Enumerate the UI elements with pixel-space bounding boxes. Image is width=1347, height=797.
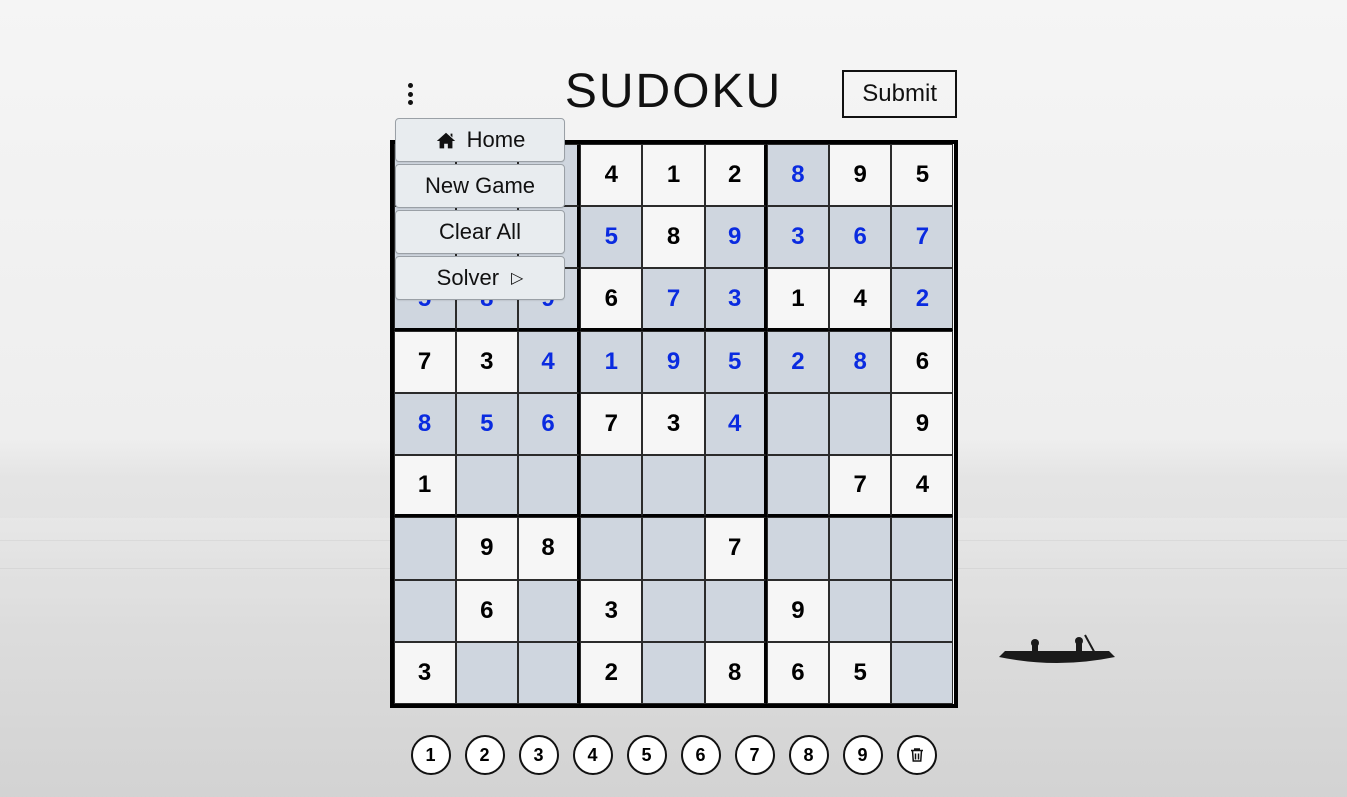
- cell-3-0[interactable]: 7: [394, 331, 456, 393]
- numpad-5[interactable]: 5: [627, 735, 667, 775]
- cell-5-3[interactable]: [580, 455, 642, 517]
- cell-0-4[interactable]: 1: [642, 144, 704, 206]
- cell-7-7[interactable]: [829, 580, 891, 642]
- cell-7-4[interactable]: [642, 580, 704, 642]
- cell-1-5[interactable]: 9: [705, 206, 767, 268]
- numpad-2[interactable]: 2: [465, 735, 505, 775]
- cell-6-1[interactable]: 9: [456, 517, 518, 579]
- cell-4-8[interactable]: 9: [891, 393, 953, 455]
- menu-new-game[interactable]: New Game: [395, 164, 565, 208]
- cell-1-4[interactable]: 8: [642, 206, 704, 268]
- numpad-1[interactable]: 1: [411, 735, 451, 775]
- cell-6-8[interactable]: [891, 517, 953, 579]
- cell-4-3[interactable]: 7: [580, 393, 642, 455]
- cell-7-1[interactable]: 6: [456, 580, 518, 642]
- cell-5-5[interactable]: [705, 455, 767, 517]
- cell-8-2[interactable]: [518, 642, 580, 704]
- cell-6-7[interactable]: [829, 517, 891, 579]
- cell-4-0[interactable]: 8: [394, 393, 456, 455]
- cell-8-1[interactable]: [456, 642, 518, 704]
- cell-5-8[interactable]: 4: [891, 455, 953, 517]
- cell-4-4[interactable]: 3: [642, 393, 704, 455]
- cell-0-8[interactable]: 5: [891, 144, 953, 206]
- cell-5-4[interactable]: [642, 455, 704, 517]
- cell-2-7[interactable]: 4: [829, 268, 891, 330]
- trash-icon: [908, 745, 926, 765]
- numpad-6[interactable]: 6: [681, 735, 721, 775]
- number-pad: 123456789: [411, 735, 937, 775]
- cell-6-2[interactable]: 8: [518, 517, 580, 579]
- numpad-7[interactable]: 7: [735, 735, 775, 775]
- menu-home[interactable]: Home: [395, 118, 565, 162]
- numpad-8[interactable]: 8: [789, 735, 829, 775]
- menu-new-game-label: New Game: [425, 173, 535, 199]
- cell-3-7[interactable]: 8: [829, 331, 891, 393]
- cell-0-7[interactable]: 9: [829, 144, 891, 206]
- cell-7-5[interactable]: [705, 580, 767, 642]
- cell-7-3[interactable]: 3: [580, 580, 642, 642]
- cell-3-3[interactable]: 1: [580, 331, 642, 393]
- submit-button[interactable]: Submit: [842, 70, 957, 118]
- cell-3-4[interactable]: 9: [642, 331, 704, 393]
- cell-3-6[interactable]: 2: [767, 331, 829, 393]
- cell-2-8[interactable]: 2: [891, 268, 953, 330]
- cell-2-6[interactable]: 1: [767, 268, 829, 330]
- menu-home-label: Home: [467, 127, 526, 153]
- cell-5-1[interactable]: [456, 455, 518, 517]
- dropdown-menu: Home New Game Clear All Solver ▷: [395, 118, 565, 302]
- cell-8-6[interactable]: 6: [767, 642, 829, 704]
- home-icon: [435, 130, 457, 150]
- cell-6-3[interactable]: [580, 517, 642, 579]
- cell-8-5[interactable]: 8: [705, 642, 767, 704]
- cell-5-6[interactable]: [767, 455, 829, 517]
- cell-3-2[interactable]: 4: [518, 331, 580, 393]
- cell-6-4[interactable]: [642, 517, 704, 579]
- cell-7-8[interactable]: [891, 580, 953, 642]
- cell-4-5[interactable]: 4: [705, 393, 767, 455]
- cell-2-3[interactable]: 6: [580, 268, 642, 330]
- cell-7-6[interactable]: 9: [767, 580, 829, 642]
- cell-8-8[interactable]: [891, 642, 953, 704]
- cell-0-6[interactable]: 8: [767, 144, 829, 206]
- cell-3-8[interactable]: 6: [891, 331, 953, 393]
- numpad-3[interactable]: 3: [519, 735, 559, 775]
- cell-0-3[interactable]: 4: [580, 144, 642, 206]
- cell-4-2[interactable]: 6: [518, 393, 580, 455]
- cell-7-0[interactable]: [394, 580, 456, 642]
- chevron-right-icon: ▷: [511, 268, 523, 288]
- menu-clear-all-label: Clear All: [439, 219, 521, 245]
- cell-5-7[interactable]: 7: [829, 455, 891, 517]
- erase-button[interactable]: [897, 735, 937, 775]
- cell-2-4[interactable]: 7: [642, 268, 704, 330]
- cell-5-2[interactable]: [518, 455, 580, 517]
- cell-1-7[interactable]: 6: [829, 206, 891, 268]
- cell-5-0[interactable]: 1: [394, 455, 456, 517]
- cell-8-3[interactable]: 2: [580, 642, 642, 704]
- menu-solver[interactable]: Solver ▷: [395, 256, 565, 300]
- cell-8-0[interactable]: 3: [394, 642, 456, 704]
- page-title: SUDOKU: [565, 64, 782, 119]
- numpad-4[interactable]: 4: [573, 735, 613, 775]
- menu-solver-label: Solver: [437, 265, 499, 291]
- background-boat: [997, 627, 1117, 647]
- cell-4-7[interactable]: [829, 393, 891, 455]
- cell-4-6[interactable]: [767, 393, 829, 455]
- cell-4-1[interactable]: 5: [456, 393, 518, 455]
- cell-1-6[interactable]: 3: [767, 206, 829, 268]
- cell-3-5[interactable]: 5: [705, 331, 767, 393]
- cell-8-4[interactable]: [642, 642, 704, 704]
- cell-6-6[interactable]: [767, 517, 829, 579]
- cell-1-8[interactable]: 7: [891, 206, 953, 268]
- cell-3-1[interactable]: 3: [456, 331, 518, 393]
- cell-6-0[interactable]: [394, 517, 456, 579]
- cell-8-7[interactable]: 5: [829, 642, 891, 704]
- cell-1-3[interactable]: 5: [580, 206, 642, 268]
- cell-0-5[interactable]: 2: [705, 144, 767, 206]
- cell-7-2[interactable]: [518, 580, 580, 642]
- cell-6-5[interactable]: 7: [705, 517, 767, 579]
- menu-clear-all[interactable]: Clear All: [395, 210, 565, 254]
- numpad-9[interactable]: 9: [843, 735, 883, 775]
- cell-2-5[interactable]: 3: [705, 268, 767, 330]
